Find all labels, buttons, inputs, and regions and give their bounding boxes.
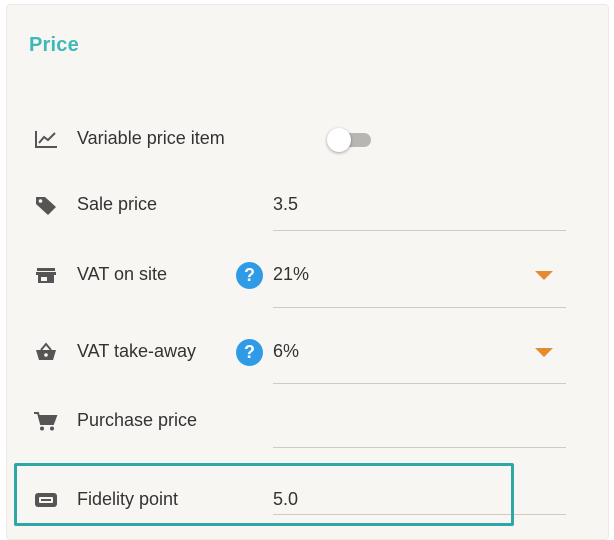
sale-price-label: Sale price <box>77 194 158 214</box>
vat-on-site-label: VAT on site <box>77 264 168 284</box>
row-vat-take-away: VAT take-away ? 6% <box>7 333 610 373</box>
line-chart-icon <box>33 128 59 150</box>
vat-on-site-help-icon[interactable]: ? <box>236 262 263 289</box>
vat-take-away-underline <box>273 383 566 384</box>
variable-price-toggle[interactable] <box>327 126 377 154</box>
row-variable-price: Variable price item <box>7 120 610 160</box>
variable-price-label: Variable price item <box>77 128 225 148</box>
vat-take-away-caret-icon[interactable] <box>535 348 553 357</box>
vat-on-site-select[interactable]: 21% <box>273 264 309 285</box>
vat-take-away-help-icon[interactable]: ? <box>236 339 263 366</box>
tag-icon <box>33 194 59 216</box>
price-card: Price Variable price item Sale price 3.5 <box>6 4 609 540</box>
purchase-price-label: Purchase price <box>77 410 198 430</box>
row-vat-on-site: VAT on site ? 21% <box>7 256 610 296</box>
cart-icon <box>33 410 59 432</box>
sale-price-underline <box>273 230 566 231</box>
toggle-knob <box>327 128 351 152</box>
row-purchase-price: Purchase price <box>7 402 610 442</box>
basket-icon <box>33 341 59 363</box>
row-sale-price: Sale price 3.5 <box>7 186 610 226</box>
vat-on-site-underline <box>273 307 566 308</box>
purchase-price-underline <box>273 447 566 448</box>
sale-price-input[interactable]: 3.5 <box>273 194 298 215</box>
vat-take-away-select[interactable]: 6% <box>273 341 299 362</box>
fidelity-point-highlight <box>14 463 514 526</box>
store-icon <box>33 264 59 286</box>
section-title: Price <box>29 34 79 56</box>
vat-take-away-label: VAT take-away <box>77 341 197 361</box>
vat-on-site-caret-icon[interactable] <box>535 271 553 280</box>
